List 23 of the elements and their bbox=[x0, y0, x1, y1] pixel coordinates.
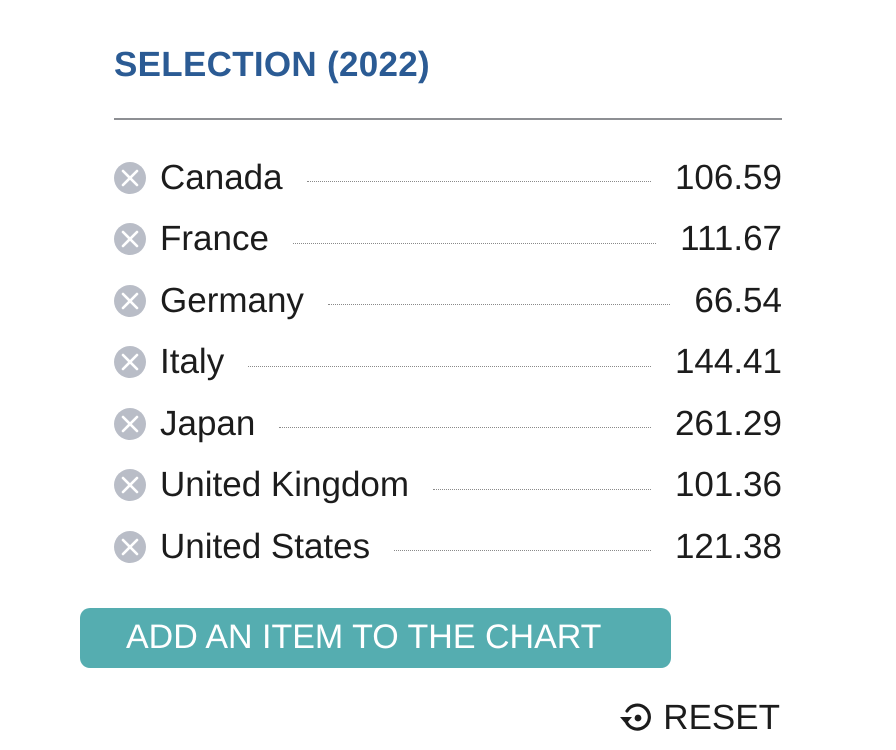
reset-button[interactable]: RESET bbox=[619, 696, 780, 738]
country-name: Germany bbox=[160, 280, 304, 322]
country-name: Canada bbox=[160, 156, 283, 199]
country-name: United States bbox=[160, 526, 370, 568]
remove-icon[interactable] bbox=[114, 162, 146, 194]
country-name: Italy bbox=[160, 341, 224, 384]
country-value: 66.54 bbox=[694, 280, 782, 322]
remove-icon[interactable] bbox=[114, 346, 146, 378]
country-value: 106.59 bbox=[674, 156, 782, 199]
country-value: 101.36 bbox=[674, 464, 782, 506]
country-value: 111.67 bbox=[680, 218, 782, 260]
country-value: 144.41 bbox=[674, 341, 782, 384]
remove-icon[interactable] bbox=[114, 469, 146, 502]
section-title: SELECTION (2022) bbox=[114, 44, 431, 86]
country-name: France bbox=[160, 218, 269, 260]
country-name: United Kingdom bbox=[160, 464, 410, 506]
remove-icon[interactable] bbox=[114, 530, 146, 563]
remove-icon[interactable] bbox=[114, 223, 146, 256]
country-value: 261.29 bbox=[674, 402, 782, 445]
remove-icon[interactable] bbox=[114, 408, 146, 440]
remove-icon[interactable] bbox=[114, 284, 146, 317]
country-value: 121.38 bbox=[674, 526, 782, 568]
country-name: Japan bbox=[160, 402, 256, 445]
